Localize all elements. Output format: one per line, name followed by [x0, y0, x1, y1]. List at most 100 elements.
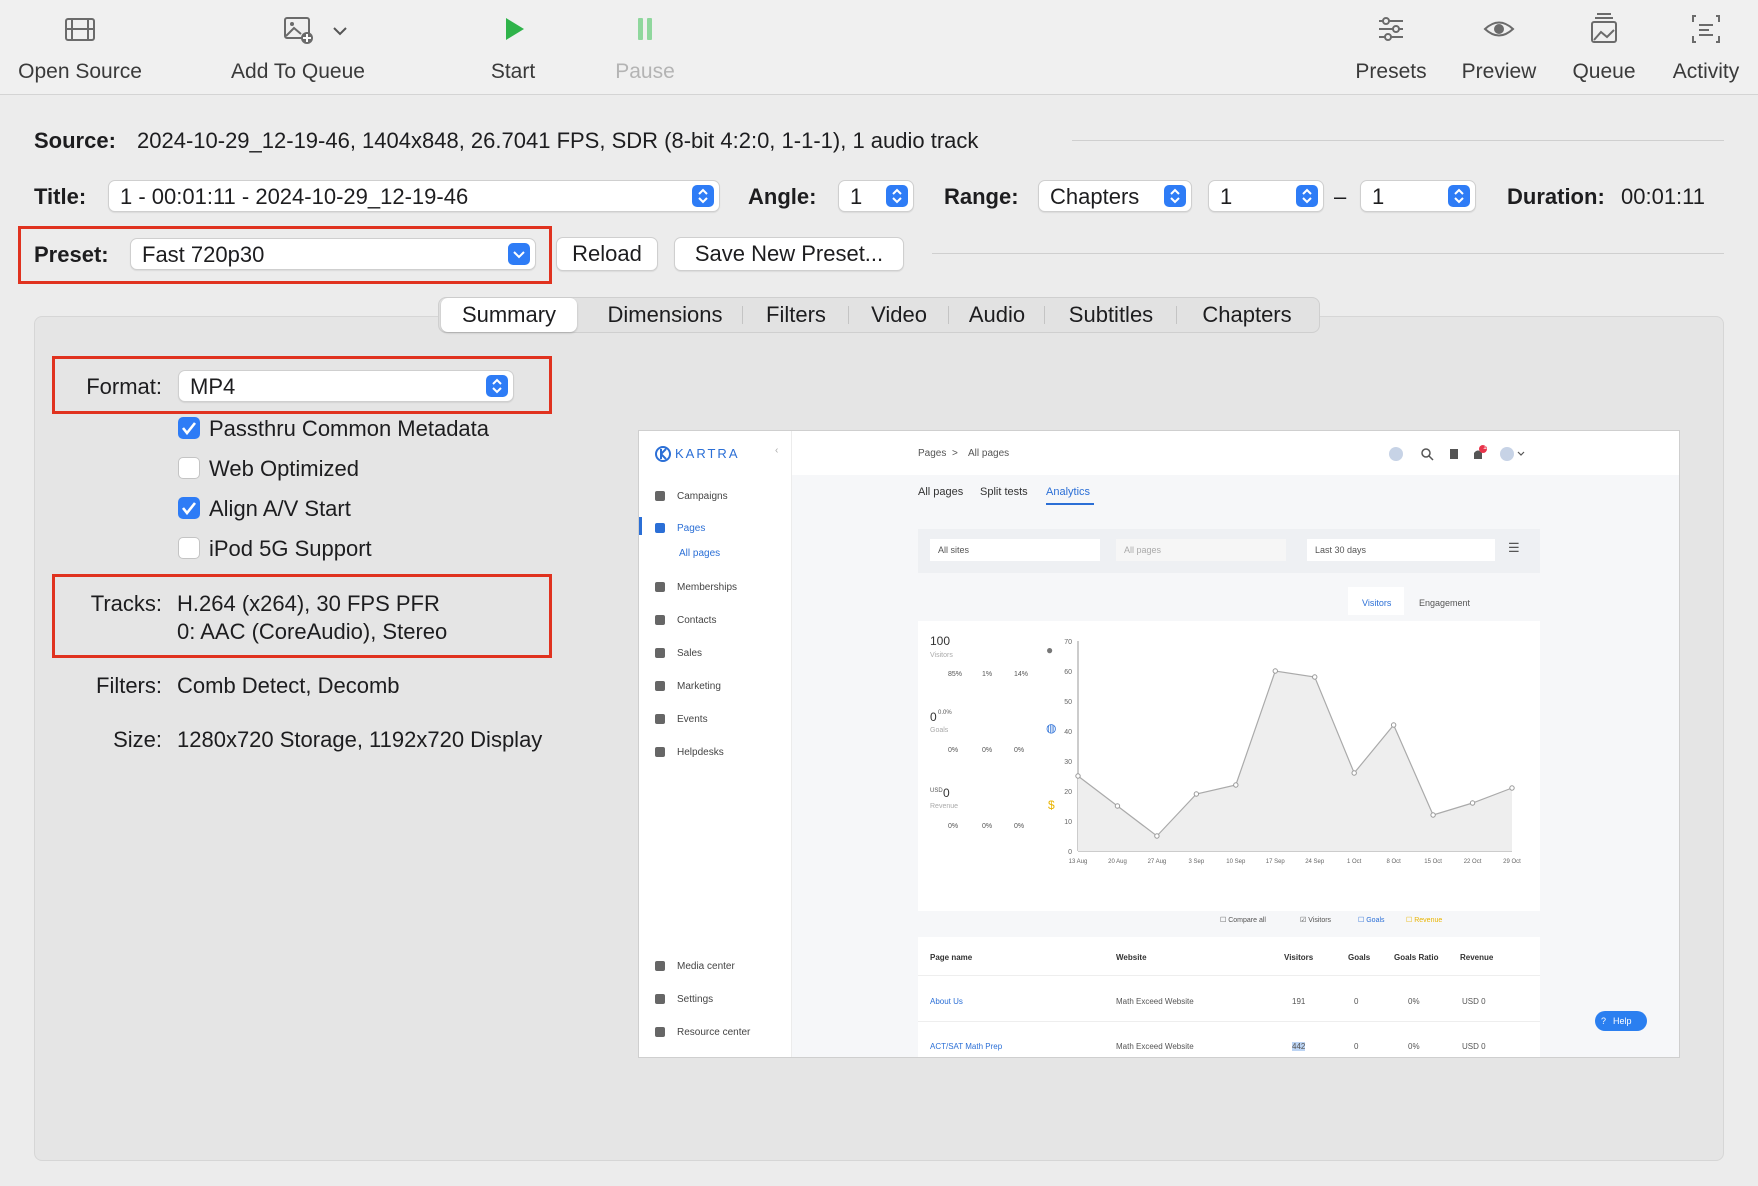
- x-tick-label: 3 Sep: [1189, 859, 1205, 865]
- page-filter: All pages: [1116, 539, 1286, 561]
- title-select[interactable]: 1 - 00:01:11 - 2024-10-29_12-19-46: [108, 180, 720, 212]
- format-value: MP4: [190, 374, 236, 399]
- angle-select[interactable]: 1: [838, 180, 914, 212]
- data-point: [1469, 800, 1476, 806]
- stat-pct: 0%: [948, 747, 959, 754]
- data-point: [1430, 812, 1436, 818]
- tracks-line-1: H.264 (x264), 30 FPS PFR: [177, 591, 440, 616]
- x-tick-label: 17 Sep: [1266, 859, 1286, 865]
- sidebar-item-settings: Settings: [655, 994, 713, 1005]
- film-icon: [65, 18, 95, 41]
- range-type-value: Chapters: [1050, 184, 1140, 209]
- source-value: 2024-10-29_12-19-46, 1404x848, 26.7041 F…: [137, 128, 979, 153]
- tab-separator: [742, 306, 743, 324]
- stat-pct: 0%: [982, 823, 993, 830]
- duration-label: Duration:: [1507, 184, 1605, 209]
- updown-arrows-icon: [1164, 185, 1186, 207]
- format-label: Format:: [86, 374, 162, 399]
- tab-bar: Summary Dimensions Filters Video Audio S…: [438, 297, 1320, 333]
- table-cell: 191: [1292, 997, 1306, 1006]
- table-cell: 0%: [1408, 1042, 1420, 1051]
- subtab-analytics: Analytics: [1046, 486, 1091, 498]
- presets-button[interactable]: Presets: [1350, 12, 1432, 84]
- divider: [932, 253, 1724, 254]
- stat-pct: 0%: [1014, 747, 1025, 754]
- preset-label: Preset:: [34, 242, 109, 267]
- stat-pct: 0%: [948, 823, 959, 830]
- visitors-line-chart: 0 10 20 30 40 50 60 70 13 Aug 20 Aug 27 Aug 3 Sep 10…: [1064, 639, 1521, 865]
- web-optimized-checkbox[interactable]: [178, 457, 200, 479]
- passthru-metadata-label: Passthru Common Metadata: [209, 416, 490, 441]
- preview-button[interactable]: Preview: [1456, 12, 1542, 84]
- data-point: [1075, 773, 1081, 779]
- range-start-value: 1: [1220, 184, 1233, 209]
- tab-subtitles[interactable]: Subtitles: [1047, 298, 1175, 332]
- sidebar-item-pages: Pages: [655, 523, 705, 534]
- stat-pct: 0%: [982, 747, 993, 754]
- x-tick-label: 20 Aug: [1108, 859, 1127, 865]
- sidebar-item-sales: Sales: [655, 648, 702, 659]
- data-point: [1272, 668, 1278, 674]
- data-point: [1233, 782, 1239, 788]
- activity-label: Activity: [1672, 60, 1740, 83]
- range-end-select[interactable]: 1: [1360, 180, 1476, 212]
- col-goals-ratio: Goals Ratio: [1394, 953, 1439, 962]
- preview-label: Preview: [1461, 60, 1537, 83]
- chevron-down-icon[interactable]: [330, 24, 350, 40]
- stat-goals-label: Goals: [930, 727, 949, 734]
- sidebar-item-all-pages: All pages: [679, 548, 721, 559]
- pause-button[interactable]: Pause: [610, 12, 680, 84]
- breadcrumb-root: Pages: [918, 448, 947, 459]
- ipod-support-checkbox[interactable]: [178, 537, 200, 559]
- passthru-metadata-checkbox[interactable]: [178, 417, 200, 439]
- tab-separator: [1044, 306, 1045, 324]
- queue-stack-icon: [1591, 13, 1617, 43]
- table-cell: ACT/SAT Math Prep: [930, 1042, 1003, 1051]
- title-value: 1 - 00:01:11 - 2024-10-29_12-19-46: [120, 184, 469, 209]
- data-point: [1193, 791, 1200, 797]
- sidebar-item-media-center: Media center: [655, 961, 735, 972]
- tab-summary[interactable]: Summary: [441, 298, 577, 332]
- tab-chapters[interactable]: Chapters: [1179, 298, 1315, 332]
- tab-filters[interactable]: Filters: [745, 298, 847, 332]
- format-select[interactable]: MP4: [178, 370, 514, 402]
- x-tick-label: 1 Oct: [1347, 859, 1362, 865]
- save-new-preset-button[interactable]: Save New Preset...: [674, 237, 904, 271]
- subtab-all-pages: All pages: [918, 486, 964, 498]
- align-av-checkbox[interactable]: [178, 497, 200, 519]
- range-start-select[interactable]: 1: [1208, 180, 1324, 212]
- preset-select[interactable]: Fast 720p30: [130, 238, 536, 270]
- collapse-icon: ‹: [775, 445, 779, 456]
- divider: [918, 1021, 1540, 1022]
- play-icon: [506, 18, 524, 40]
- tab-audio[interactable]: Audio: [951, 298, 1043, 332]
- stat-pct: 14%: [1014, 671, 1029, 678]
- range-label: Range:: [944, 184, 1019, 209]
- data-point: [1509, 785, 1515, 791]
- range-dash: –: [1334, 184, 1347, 209]
- updown-arrows-icon: [486, 375, 508, 397]
- start-button[interactable]: Start: [478, 12, 548, 84]
- activity-button[interactable]: Activity: [1664, 12, 1748, 84]
- tab-dimensions[interactable]: Dimensions: [589, 298, 741, 332]
- queue-button[interactable]: Queue: [1568, 12, 1640, 84]
- reload-button[interactable]: Reload: [556, 237, 658, 271]
- y-tick-label: 10: [1064, 819, 1072, 826]
- sidebar-item-contacts: Contacts: [655, 615, 716, 626]
- col-goals: Goals: [1348, 953, 1371, 962]
- open-source-button[interactable]: Open Source: [12, 12, 148, 84]
- chevron-down-icon: [508, 243, 530, 265]
- kartra-logo-icon: [655, 446, 671, 462]
- legend-visitors: ☑ Visitors: [1300, 917, 1332, 924]
- col-website: Website: [1116, 953, 1147, 962]
- range-type-select[interactable]: Chapters: [1038, 180, 1192, 212]
- y-tick-label: 20: [1064, 789, 1072, 796]
- tab-video[interactable]: Video: [851, 298, 947, 332]
- add-image-icon: [284, 17, 313, 44]
- col-visitors: Visitors: [1284, 953, 1314, 962]
- breadcrumb-separator: >: [952, 448, 958, 459]
- y-tick-label: 70: [1064, 639, 1072, 646]
- toolbar: Open Source Add To Queue Start Pause Pre…: [0, 0, 1758, 95]
- add-to-queue-button[interactable]: Add To Queue: [222, 12, 374, 84]
- size-label: Size:: [113, 727, 162, 752]
